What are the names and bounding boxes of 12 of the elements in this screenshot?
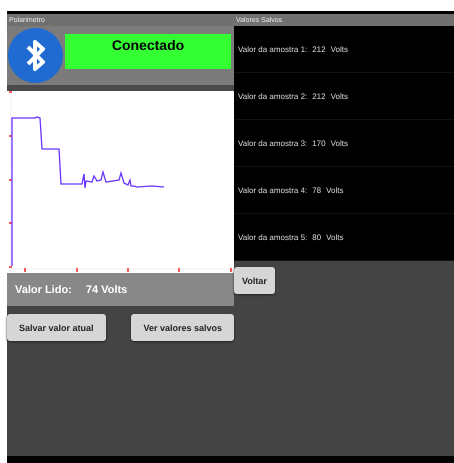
- sample-row[interactable]: Valor da amostra 1: 212 Volts: [234, 26, 454, 73]
- back-button[interactable]: Voltar: [234, 267, 275, 294]
- sample-row[interactable]: Valor da amostra 4: 78 Volts: [234, 167, 454, 214]
- reading-value: 74 Volts: [86, 284, 128, 296]
- sample-row[interactable]: Valor da amostra 2: 212 Volts: [234, 73, 454, 120]
- save-button[interactable]: Salvar valor atual: [7, 314, 106, 341]
- view-saved-button[interactable]: Ver valores salvos: [131, 314, 234, 341]
- sample-row[interactable]: Valor da amostra 3: 170 Volts: [234, 120, 454, 167]
- reading-label: Valor Lido:: [15, 284, 72, 296]
- sample-row[interactable]: Valor da amostra 5: 80 Volts: [234, 214, 454, 261]
- bluetooth-icon[interactable]: [8, 28, 63, 83]
- connection-status: Conectado: [65, 34, 231, 69]
